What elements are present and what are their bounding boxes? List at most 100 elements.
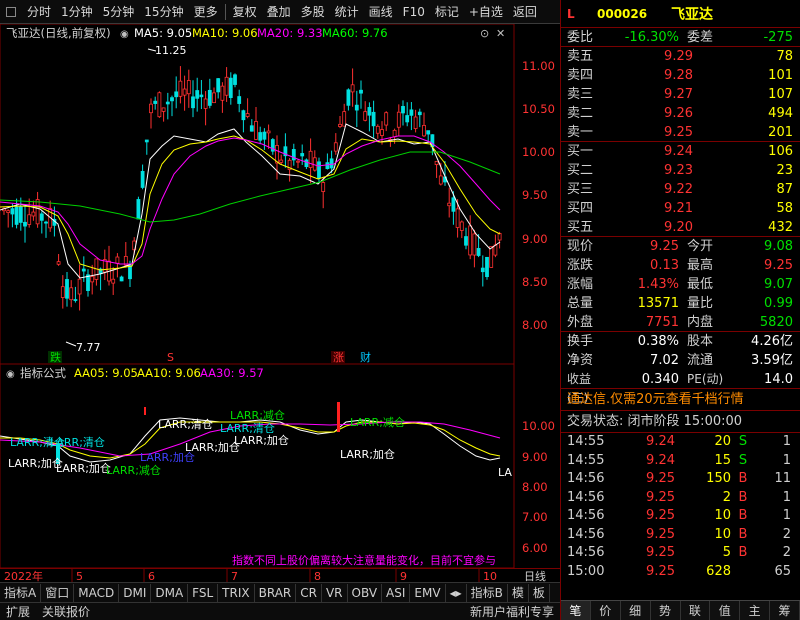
toolbar-f10[interactable]: F10 <box>398 0 430 24</box>
zoom-icon[interactable]: ⊙ <box>480 27 489 40</box>
tab-ticks[interactable]: 笔 <box>561 601 591 620</box>
aa10-label: AA10: 9.06 <box>137 366 201 380</box>
candle-body <box>60 286 65 298</box>
indicator-tab-bar: 指标A 窗口 MACD DMI DMA FSL TRIX BRAR CR VR … <box>0 582 560 602</box>
tab-board[interactable]: 板 <box>529 583 550 602</box>
toolbar-multi-stock[interactable]: 多股 <box>296 0 330 24</box>
toolbar-overlay[interactable]: 叠加 <box>262 0 296 24</box>
tab-obv[interactable]: OBV <box>348 583 383 602</box>
tab-cr[interactable]: CR <box>296 583 322 602</box>
candle-body <box>90 276 95 283</box>
candle-body <box>329 158 334 169</box>
candle-body <box>489 246 494 268</box>
period-low-pointer <box>65 341 77 347</box>
candle-body <box>237 96 242 104</box>
toolbar-1min[interactable]: 1分钟 <box>56 0 98 24</box>
tab-asi[interactable]: ASI <box>382 583 411 602</box>
linked-quote-button[interactable]: 关联报价 <box>36 603 96 620</box>
tab-detail[interactable]: 细 <box>621 601 651 620</box>
tick-time: 15:00 <box>567 563 605 579</box>
tab-emv[interactable]: EMV <box>410 583 446 602</box>
tab-template[interactable]: 模 <box>508 583 529 602</box>
candle-body <box>401 106 405 114</box>
tab-chips[interactable]: 筹 <box>770 601 800 620</box>
event-marker-drop[interactable]: 跌 <box>50 350 61 364</box>
promo-link[interactable]: 新用户福利专享 <box>464 603 560 620</box>
toolbar-15min[interactable]: 15分钟 <box>139 0 188 24</box>
tab-dmi[interactable]: DMI <box>119 583 152 602</box>
event-marker-finance[interactable]: 财 <box>360 350 371 364</box>
tab-trix[interactable]: TRIX <box>218 583 255 602</box>
candle-body <box>455 208 460 228</box>
tab-dma[interactable]: DMA <box>151 583 189 602</box>
indicator-signal-label: LARR;加仓 <box>56 461 111 475</box>
tab-window[interactable]: 窗口 <box>41 583 75 602</box>
toolbar-mark[interactable]: 标记 <box>430 0 464 24</box>
indicator-toggle-icon[interactable]: ◉ <box>6 369 15 380</box>
signal-bar <box>144 407 146 415</box>
tab-value[interactable]: 值 <box>710 601 741 620</box>
tick-row: 14:55 9.24 20 S 1 <box>561 433 800 452</box>
toolbar-timeshare[interactable]: 分时 <box>22 0 56 24</box>
candle-body <box>174 91 179 98</box>
candle-body <box>27 214 32 225</box>
tick-row: 15:00 9.25 628 65 <box>561 563 800 582</box>
candle-body <box>161 107 166 112</box>
candle-body <box>115 256 120 264</box>
tab-fsl[interactable]: FSL <box>188 583 219 602</box>
toolbar-5min[interactable]: 5分钟 <box>98 0 140 24</box>
ask-price: 9.27 <box>664 87 693 102</box>
candle-body <box>186 80 191 95</box>
period-label[interactable]: 日线 <box>524 569 546 583</box>
close-chart-icon[interactable]: ✕ <box>496 27 505 40</box>
stat-row: 涨跌 0.13 最高 9.25 <box>561 256 800 275</box>
trade-state: 交易状态: 闭市阶段 15:00:00 <box>561 411 800 433</box>
expand-button[interactable]: 扩展 <box>0 603 36 620</box>
app-icon <box>6 6 16 17</box>
collapse-icon[interactable]: ◉ <box>120 29 129 40</box>
ma20-line <box>0 135 501 265</box>
tab-indicator-a[interactable]: 指标A <box>0 583 42 602</box>
kline-chart-svg[interactable]: 飞亚达(日线,前复权) ◉ MA5: 9.05 MA10: 9.06 MA20:… <box>0 24 560 568</box>
tab-main[interactable]: 主 <box>740 601 771 620</box>
tick-row: 14:56 9.25 150 B 11 <box>561 470 800 489</box>
stat-label: 最高 <box>687 258 714 273</box>
bid-row: 买一 9.24 106 <box>561 142 800 161</box>
stat-value: 5820 <box>759 315 793 330</box>
candle-body <box>18 206 23 223</box>
tab-price[interactable]: 价 <box>591 601 621 620</box>
candle-body <box>31 211 36 217</box>
candle-body <box>367 107 372 116</box>
toolbar-draw-line[interactable]: 画线 <box>364 0 398 24</box>
event-marker-rise[interactable]: 涨 <box>333 351 344 364</box>
toolbar-back[interactable]: 返回 <box>508 0 542 24</box>
promo-notice[interactable]: 通达信.仅需20元查看千档行情 <box>561 389 800 411</box>
tab-trend[interactable]: 势 <box>651 601 681 620</box>
tab-related[interactable]: 联 <box>681 601 711 620</box>
candle-body <box>476 248 481 256</box>
stat-label: 总量 <box>567 296 594 311</box>
stat-label: 外盘 <box>567 315 594 330</box>
stat-value: 0.13 <box>650 258 679 273</box>
price-axis-tick: 10.50 <box>522 102 555 116</box>
toolbar-restore-rights[interactable]: 复权 <box>228 0 262 24</box>
tab-macd[interactable]: MACD <box>74 583 120 602</box>
kline-chart-area[interactable]: 飞亚达(日线,前复权) ◉ MA5: 9.05 MA10: 9.06 MA20:… <box>0 24 560 568</box>
toolbar-more[interactable]: 更多 <box>189 0 223 24</box>
bid-row: 买五 9.20 432 <box>561 218 800 237</box>
main-chart-frame <box>0 24 515 365</box>
ask-volume: 494 <box>768 106 793 121</box>
toolbar-statistics[interactable]: 统计 <box>330 0 364 24</box>
tab-vr[interactable]: VR <box>322 583 348 602</box>
ma60-label: MA60: 9.76 <box>322 26 388 40</box>
candle-body <box>56 261 61 265</box>
candle-body <box>413 116 418 129</box>
tab-brar[interactable]: BRAR <box>255 583 297 602</box>
event-marker-s[interactable]: S <box>167 351 174 364</box>
tick-count: 1 <box>782 452 791 468</box>
candle-body <box>480 267 485 273</box>
candle-body <box>262 131 267 140</box>
tab-scroll-arrow[interactable]: ◂▸ <box>446 583 467 602</box>
toolbar-add-watchlist[interactable]: +自选 <box>464 0 508 24</box>
tab-indicator-b[interactable]: 指标B <box>467 583 508 602</box>
